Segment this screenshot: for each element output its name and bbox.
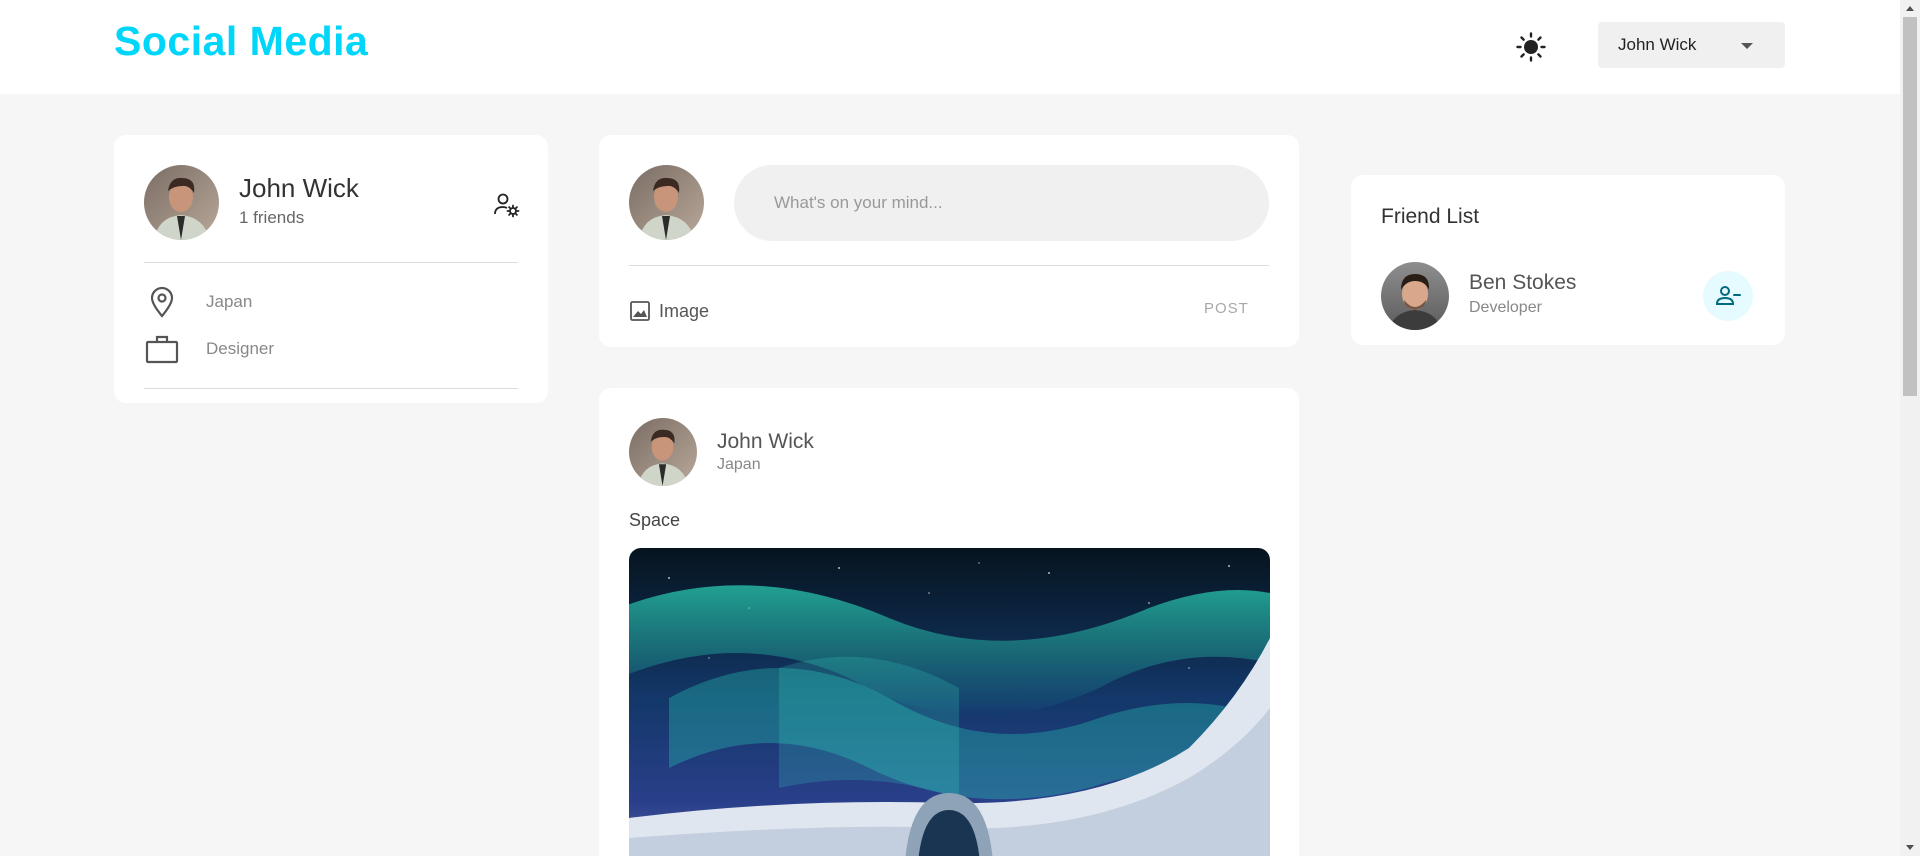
theme-toggle-button[interactable] [1511,27,1551,67]
divider [144,388,518,389]
manage-account-icon[interactable] [492,190,522,220]
page-scrollbar[interactable] [1900,0,1920,856]
user-widget: John Wick 1 friends Japan Designer [114,135,548,403]
scrollbar-thumb[interactable] [1903,17,1917,396]
image-button-label: Image [659,300,710,321]
friend-name[interactable]: Ben Stokes [1469,271,1576,295]
post-card: John Wick Japan Space [599,388,1299,856]
location-row: Japan [144,284,252,320]
add-image-button[interactable]: Image [629,300,709,322]
chevron-down-icon [1741,43,1753,49]
avatar[interactable] [629,418,697,486]
friends-count: 1 friends [239,208,305,227]
post-button[interactable]: POST [1204,300,1249,317]
location-pin-icon [144,284,180,320]
friend-list-widget: Friend List Ben Stokes Developer [1351,175,1785,345]
post-description: Space [629,510,681,530]
person-remove-icon [1715,286,1741,305]
scroll-up-arrow-icon[interactable] [1906,6,1914,11]
user-select-value: John Wick [1618,35,1697,54]
brand-logo[interactable]: Social Media [114,18,368,65]
briefcase-icon [144,331,180,367]
user-select-dropdown[interactable]: John Wick [1598,22,1785,68]
scroll-down-arrow-icon[interactable] [1906,845,1914,850]
post-image [629,548,1270,856]
post-author-name[interactable]: John Wick [717,430,814,454]
occupation-text: Designer [206,339,275,358]
image-icon [630,301,650,321]
avatar[interactable] [1381,262,1449,330]
post-input[interactable] [734,165,1269,241]
friend-occupation: Developer [1469,299,1542,316]
create-post-widget: Image [599,135,1299,347]
friend-list-title: Friend List [1381,205,1480,228]
remove-friend-button[interactable] [1703,271,1753,321]
location-text: Japan [206,292,253,311]
divider [144,262,518,263]
post-location: Japan [717,456,761,473]
navbar: Social Media John Wick [0,0,1900,94]
occupation-row: Designer [144,331,274,367]
avatar[interactable] [144,165,219,240]
divider [629,265,1269,266]
avatar[interactable] [629,165,704,240]
user-name[interactable]: John Wick [239,173,359,204]
sun-icon [1516,32,1546,62]
